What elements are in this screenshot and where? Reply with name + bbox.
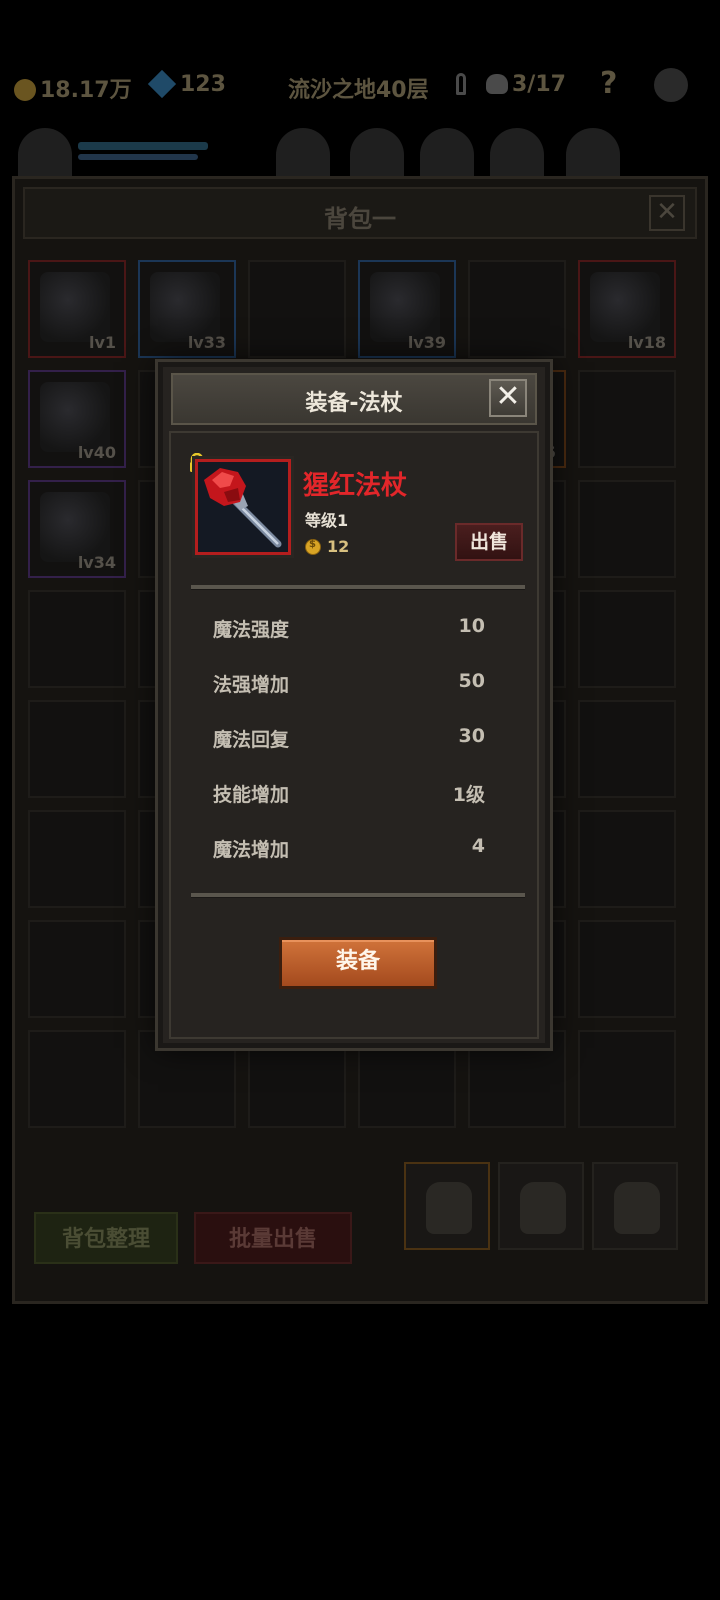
enemy-avatar <box>420 128 474 178</box>
item-icon <box>150 272 220 342</box>
equipment-detail-dialog: 装备-法杖 ✕ 猩红法杖 等级1 12 出售 魔法强度 10 法强增加 50 魔法回复 3… <box>158 362 550 1048</box>
item-icon-frame <box>195 459 291 555</box>
bag-icon <box>614 1182 660 1234</box>
backpack-slot[interactable] <box>578 590 676 688</box>
bag-tab-3[interactable] <box>592 1162 678 1250</box>
item-level-label: lv34 <box>77 553 116 572</box>
divider <box>191 585 525 590</box>
key-icon <box>456 72 466 97</box>
bag-icon <box>520 1182 566 1234</box>
item-icon <box>590 272 660 342</box>
gem-value: 123 <box>180 72 226 97</box>
item-icon <box>40 382 110 452</box>
backpack-slot[interactable] <box>578 700 676 798</box>
mp-bar <box>78 154 198 160</box>
backpack-slot[interactable]: lv18 <box>578 260 676 358</box>
dialog-close-button[interactable]: ✕ <box>489 379 527 417</box>
help-button[interactable]: ? <box>600 66 617 101</box>
item-level-label: lv18 <box>627 333 666 352</box>
dialog-title: 装备-法杖 <box>305 391 403 416</box>
stat-value: 50 <box>458 670 485 692</box>
backpack-slot[interactable] <box>578 810 676 908</box>
stat-value: 30 <box>458 725 485 747</box>
skull-icon <box>486 74 508 94</box>
backpack-title: 背包一 <box>324 205 396 233</box>
stat-name: 技能增加 <box>213 784 290 806</box>
location-label[interactable]: 流沙之地40层 <box>288 72 429 104</box>
sort-backpack-button[interactable]: 背包整理 <box>34 1212 178 1264</box>
progress-counter: 3/17 <box>486 72 566 97</box>
item-level-label: lv33 <box>187 333 226 352</box>
backpack-slot[interactable] <box>28 590 126 688</box>
item-icon <box>40 492 110 562</box>
backpack-slot[interactable] <box>28 700 126 798</box>
bag-tab-2[interactable] <box>498 1162 584 1250</box>
top-bar: 18.17万 123 流沙之地40层 3/17 ? <box>0 62 720 112</box>
enemy-avatar <box>350 128 404 178</box>
item-icon <box>40 272 110 342</box>
gem-counter: 123 <box>147 69 226 99</box>
backpack-slot[interactable] <box>28 920 126 1018</box>
item-icon <box>370 272 440 342</box>
stat-name: 魔法增加 <box>213 839 290 861</box>
enemy-avatar <box>490 128 544 178</box>
crimson-staff-icon <box>198 462 288 552</box>
backpack-slot[interactable] <box>28 810 126 908</box>
stat-name: 法强增加 <box>213 674 290 696</box>
backpack-slot[interactable] <box>578 480 676 578</box>
backpack-slot[interactable]: lv1 <box>28 260 126 358</box>
bag-tab-1[interactable] <box>404 1162 490 1250</box>
gold-coin-icon <box>14 79 36 101</box>
stat-value: 4 <box>471 835 485 857</box>
enemy-avatar <box>566 128 620 178</box>
backpack-close-button[interactable]: ✕ <box>649 195 685 231</box>
stat-name: 魔法强度 <box>213 619 290 641</box>
item-level-label: lv39 <box>407 333 446 352</box>
enemy-avatar <box>276 128 330 178</box>
gem-icon <box>147 69 177 99</box>
sell-button[interactable]: 出售 <box>455 523 523 561</box>
item-name: 猩红法杖 <box>303 471 408 501</box>
backpack-slot[interactable] <box>578 370 676 468</box>
close-icon: ✕ <box>495 379 521 414</box>
backpack-slot[interactable]: lv34 <box>28 480 126 578</box>
backpack-slot[interactable]: lv40 <box>28 370 126 468</box>
gold-counter: 18.17万 <box>14 72 132 104</box>
equip-button[interactable]: 装备 <box>279 937 437 989</box>
bag-icon <box>426 1182 472 1234</box>
backpack-slot[interactable] <box>28 1030 126 1128</box>
hero-avatar[interactable] <box>18 128 72 178</box>
backpack-header: 背包一 ✕ <box>23 187 697 239</box>
backpack-slot[interactable] <box>578 1030 676 1128</box>
hp-bar <box>78 142 208 150</box>
item-level-label: lv1 <box>88 333 116 352</box>
dialog-header: 装备-法杖 ✕ <box>171 373 537 425</box>
stat-value: 1级 <box>452 784 485 806</box>
progress-value: 3/17 <box>512 72 566 97</box>
item-level-label: lv40 <box>77 443 116 462</box>
stat-name: 魔法回复 <box>213 729 290 751</box>
item-level: 等级1 <box>305 511 349 530</box>
gold-value: 18.17万 <box>40 78 132 103</box>
backpack-slot[interactable]: lv33 <box>138 260 236 358</box>
stat-value: 10 <box>458 615 485 637</box>
sell-price: 12 <box>327 537 350 556</box>
settings-icon[interactable] <box>654 68 688 102</box>
backpack-slot[interactable]: lv39 <box>358 260 456 358</box>
backpack-slot[interactable] <box>468 260 566 358</box>
divider <box>191 893 525 898</box>
backpack-slot[interactable] <box>578 920 676 1018</box>
batch-sell-button[interactable]: 批量出售 <box>194 1212 352 1264</box>
backpack-slot[interactable] <box>248 260 346 358</box>
coin-icon <box>305 539 321 555</box>
